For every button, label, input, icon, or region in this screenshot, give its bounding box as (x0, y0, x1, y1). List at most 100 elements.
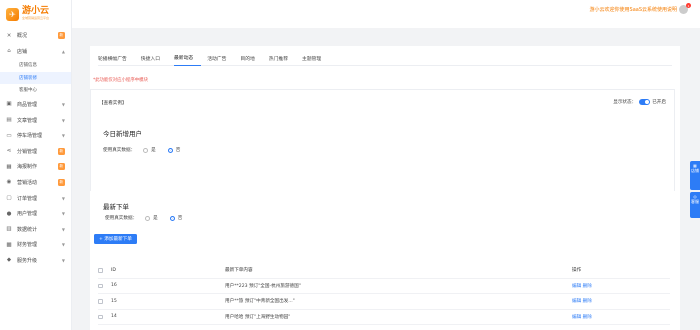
new-users-opt-yes[interactable]: 是 (143, 147, 156, 153)
sidebar-item-orders[interactable]: ▢ 订单管理 ▼ (0, 190, 71, 206)
latest-orders-title: 最新下单 (103, 203, 129, 211)
radio-no[interactable] (167, 147, 173, 153)
user-menu[interactable]: 游小云欢迎你使用SaaS云系统使用说明 1 (590, 3, 691, 14)
radio-no-label: 否 (175, 148, 181, 153)
avatar[interactable]: 1 (679, 3, 691, 14)
edit-link[interactable]: 编辑 (572, 315, 581, 320)
radio-yes-label: 是 (151, 148, 156, 153)
edit-link[interactable]: 编辑 (572, 284, 581, 289)
add-latest-order-button[interactable]: + 添加最新下单 (94, 234, 137, 244)
display-status-label: 显示状态： (613, 100, 637, 105)
sidebar-item-label: 服务升级 (17, 257, 38, 264)
sidebar-item-label: 数据统计 (17, 226, 38, 233)
new-users-real-data-row: 使用真实数据： 是 否 (103, 147, 192, 153)
sidebar-item-parking[interactable]: ▭ 停车场管理 ▼ (0, 128, 71, 144)
tab-bar: 轮播横幅广告 快捷入口 最新动态 活动广告 目的地 热门推荐 主题管理 (98, 50, 672, 66)
sidebar-item-products[interactable]: ▣ 商品管理 ▼ (0, 97, 71, 113)
radio-yes[interactable] (143, 147, 149, 153)
sidebar-subitem-store-info[interactable]: 店铺信息 (0, 59, 71, 72)
tab-banner-ads[interactable]: 轮播横幅广告 (98, 50, 135, 66)
logo[interactable]: ✈ 游小云 全域营销运营云平台 (0, 0, 71, 28)
sidebar-item-label: 海报制作 (17, 164, 38, 171)
display-status-toggle[interactable] (639, 99, 651, 105)
row-checkbox[interactable] (98, 299, 103, 304)
sidebar-item-label: 分销管理 (17, 148, 38, 155)
doc-icon: ▤ (6, 117, 12, 124)
sidebar-item-label: 商品管理 (17, 101, 38, 108)
new-users-opt-no[interactable]: 否 (167, 147, 181, 153)
sidebar-subitem-store-decoration[interactable]: 店铺装修 (0, 71, 71, 85)
tab-latest-news[interactable]: 最新动态 (174, 50, 202, 66)
sidebar-item-store[interactable]: ⌂ 店铺 ▲ (0, 44, 71, 60)
tab-quick-entry[interactable]: 快捷入口 (141, 50, 168, 66)
table-row: 14 用户哈哈 预订"上海野生动物园" 编辑 删除 (98, 310, 670, 325)
row-id: 15 (111, 298, 117, 304)
user-icon: ● (6, 210, 12, 217)
radio-yes[interactable] (145, 215, 151, 221)
sidebar-item-poster[interactable]: ▦ 海报制作 新 (0, 159, 71, 175)
car-icon: ▭ (6, 132, 12, 139)
latest-orders-opt-yes[interactable]: 是 (145, 215, 158, 221)
sidebar-item-label: 文章管理 (17, 117, 38, 124)
sidebar-item-users[interactable]: ● 用户管理 ▼ (0, 206, 71, 222)
tab-destination[interactable]: 目的地 (240, 50, 262, 66)
use-real-data-label: 使用真实数据： (105, 216, 138, 221)
sidebar-item-label: 订单管理 (17, 195, 38, 202)
latest-orders-table: ID 最新下单内容 操作 16 用户**223 预订"全国-杭州旅游德国" 编辑… (98, 263, 670, 325)
table-header: ID 最新下单内容 操作 (98, 263, 670, 279)
row-checkbox[interactable] (98, 314, 103, 319)
chevron-up-icon: ▲ (61, 48, 65, 54)
sidebar-item-label: 停车场管理 (17, 133, 43, 140)
service-icon: ◆ (6, 257, 12, 264)
row-checkbox[interactable] (98, 283, 103, 288)
edit-link[interactable]: 编辑 (572, 299, 581, 304)
view-example-link[interactable]: 【查看实例】 (99, 100, 127, 106)
radio-no-label: 否 (177, 216, 183, 221)
float-shop-button[interactable]: ▦ 店铺 (690, 161, 700, 190)
chevron-down-icon: ▼ (61, 226, 65, 232)
megaphone-icon: ◉ (6, 179, 12, 186)
bag-icon: ▣ (6, 101, 12, 108)
sidebar: ✈ 游小云 全域营销运营云平台 ✕ 概况 新 ⌂ 店铺 ▲ 店铺信息 店铺装修 … (0, 0, 72, 330)
float-service-button[interactable]: ◎ 客服 (690, 192, 700, 218)
sidebar-item-label: 财务管理 (17, 242, 38, 249)
store-icon: ⌂ (7, 48, 11, 55)
sidebar-item-articles[interactable]: ▤ 文章管理 ▼ (0, 112, 71, 128)
row-content: 用户哈哈 预订"上海野生动物园" (225, 314, 291, 320)
chevron-down-icon: ▼ (61, 133, 65, 139)
chevron-down-icon: ▼ (61, 211, 65, 217)
chevron-down-icon: ▼ (61, 257, 65, 263)
float-shop-label: 店铺 (691, 168, 699, 173)
main-card: 轮播横幅广告 快捷入口 最新动态 活动广告 目的地 热门推荐 主题管理 *此功能… (90, 46, 680, 330)
select-all-checkbox[interactable] (98, 268, 103, 273)
sidebar-item-stats[interactable]: ▥ 数据统计 ▼ (0, 221, 71, 237)
sidebar-item-label: 概况 (17, 33, 28, 40)
sidebar-item-upgrade[interactable]: ◆ 服务升级 ▼ (0, 253, 71, 269)
sidebar-subitem-customer-service[interactable]: 客服中心 (0, 84, 71, 97)
sidebar-item-overview[interactable]: ✕ 概况 新 (0, 28, 71, 44)
row-content: 用户**223 预订"全国-杭州旅游德国" (225, 283, 301, 289)
latest-orders-opt-no[interactable]: 否 (169, 215, 183, 221)
sidebar-item-marketing[interactable]: ◉ 营销活动 新 (0, 175, 71, 191)
sidebar-item-label: 营销活动 (17, 179, 38, 186)
chevron-down-icon: ▼ (61, 195, 65, 201)
tab-activity-ads[interactable]: 活动广告 (207, 50, 234, 66)
row-content: 用户**旅 预订"中青新全国出发..." (225, 299, 295, 305)
settings-icon: ✕ (6, 32, 12, 39)
welcome-link[interactable]: 游小云欢迎你使用SaaS云系统使用说明 (590, 6, 677, 13)
col-id: ID (111, 267, 116, 273)
table-row: 16 用户**223 预订"全国-杭州旅游德国" 编辑 删除 (98, 279, 670, 294)
delete-link[interactable]: 删除 (583, 284, 592, 289)
sidebar-item-distribution[interactable]: ⋖ 分销管理 新 (0, 143, 71, 159)
radio-no[interactable] (169, 215, 175, 221)
tab-hot-recommend[interactable]: 热门推荐 (269, 50, 296, 66)
delete-link[interactable]: 删除 (583, 315, 592, 320)
notification-badge: 1 (686, 3, 691, 8)
new-users-title: 今日新增用户 (103, 130, 142, 138)
new-badge: 新 (57, 178, 65, 186)
tab-theme-management[interactable]: 主题管理 (302, 50, 329, 66)
new-badge: 新 (57, 32, 65, 40)
sidebar-item-finance[interactable]: ▩ 财务管理 ▼ (0, 237, 71, 253)
order-icon: ▢ (6, 195, 12, 202)
delete-link[interactable]: 删除 (583, 299, 592, 304)
